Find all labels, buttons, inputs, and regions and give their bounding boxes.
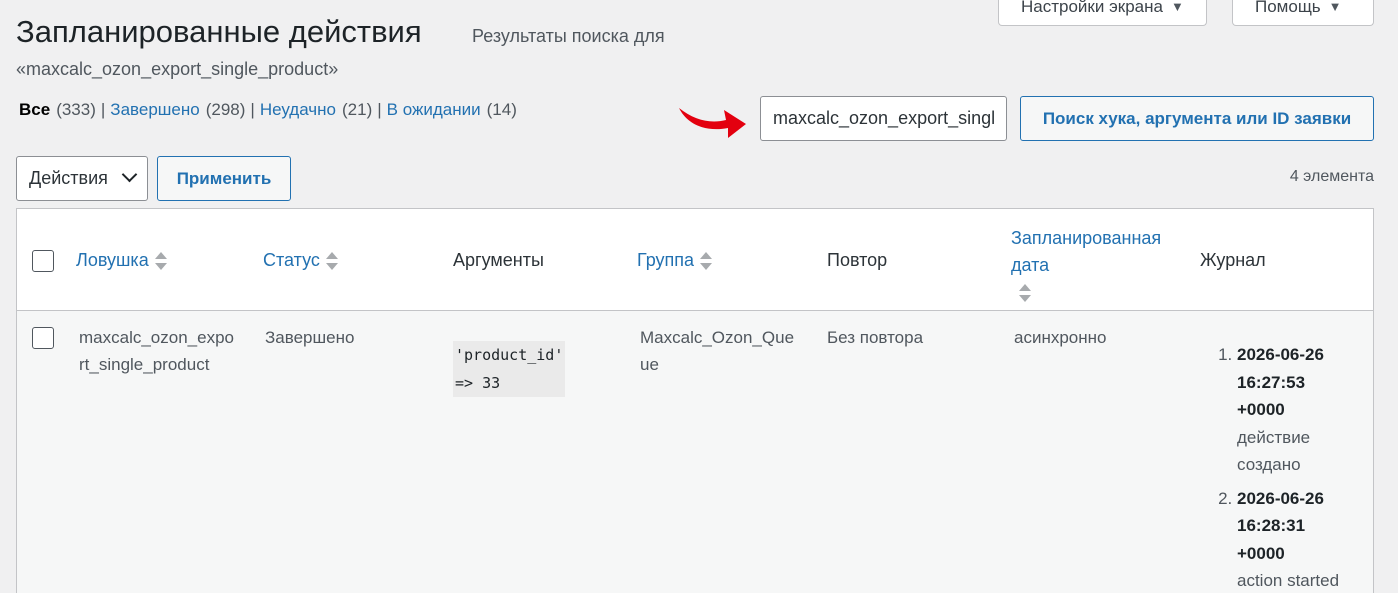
view-pending[interactable]: В ожидании xyxy=(387,100,481,120)
log-time: 16:27:53 xyxy=(1237,372,1306,392)
bulk-actions-select[interactable]: Действия xyxy=(16,156,148,201)
page-title: Запланированные действия xyxy=(16,14,422,49)
search-input[interactable] xyxy=(760,96,1007,141)
sort-icon xyxy=(154,251,167,271)
sort-icon xyxy=(700,251,713,271)
column-status[interactable]: Статус xyxy=(263,250,338,271)
row-hook-line-2: rt_single_product xyxy=(79,355,210,374)
column-scheduled-label-1: Запланированная xyxy=(1011,228,1162,248)
triangle-down-icon: ▼ xyxy=(1328,0,1342,14)
items-count: 4 элемента xyxy=(1289,168,1374,185)
column-arguments: Аргументы xyxy=(453,250,544,270)
view-all-count: (333) xyxy=(56,100,96,119)
log-timezone: +0000 xyxy=(1237,543,1285,563)
row-hook-line-1: maxcalc_ozon_expo xyxy=(79,328,234,347)
row-status: Завершено xyxy=(265,328,355,347)
chevron-down-icon xyxy=(121,166,138,183)
screen-options-label: Настройки экрана xyxy=(1021,0,1163,16)
column-log: Журнал xyxy=(1200,250,1266,270)
row-hook[interactable]: maxcalc_ozon_expo rt_single_product xyxy=(79,324,234,378)
log-entry: 2026-06-26 16:28:31 +0000 action started xyxy=(1237,485,1363,593)
select-all-checkbox[interactable] xyxy=(32,250,54,272)
help-button[interactable]: Помощь ▼ xyxy=(1232,0,1374,26)
column-scheduled-date[interactable]: Запланированная дата xyxy=(1011,225,1161,306)
actions-table: Ловушка Статус Аргументы Группа Повтор З… xyxy=(16,208,1374,593)
row-group: Maxcalc_Ozon_Que ue xyxy=(640,324,794,378)
log-date: 2026-06-26 xyxy=(1237,345,1324,364)
view-complete[interactable]: Завершено xyxy=(110,100,199,120)
row-arguments-line-2: => 33 xyxy=(455,374,501,392)
view-failed-count: (21) xyxy=(342,100,373,119)
sort-icon xyxy=(325,251,338,271)
help-label: Помощь xyxy=(1255,0,1321,16)
apply-button[interactable]: Применить xyxy=(157,156,291,201)
log-message-1: action started xyxy=(1237,571,1340,590)
row-group-line-1: Maxcalc_Ozon_Que xyxy=(640,328,795,347)
column-group-label: Группа xyxy=(637,250,695,270)
log-message-1: действие xyxy=(1237,427,1311,447)
view-separator: | xyxy=(100,100,106,119)
row-log: 2026-06-26 16:27:53 +0000 действие созда… xyxy=(1213,341,1363,593)
table-header: Ловушка Статус Аргументы Группа Повтор З… xyxy=(17,209,1373,311)
view-pending-count: (14) xyxy=(486,100,517,119)
red-arrow-icon xyxy=(679,108,746,138)
triangle-down-icon: ▼ xyxy=(1170,0,1184,14)
view-separator: | xyxy=(377,100,382,119)
status-filter-views: Все (333) | Завершено (298) | Неудачно (… xyxy=(19,100,517,120)
row-scheduled-date: асинхронно xyxy=(1014,328,1107,347)
view-all[interactable]: Все xyxy=(19,100,50,120)
row-arguments: 'product_id' => 33 xyxy=(453,341,566,397)
row-group-line-2: ue xyxy=(640,355,659,374)
row-recurrence: Без повтора xyxy=(827,328,924,347)
column-recurrence: Повтор xyxy=(827,250,888,270)
view-separator: | xyxy=(250,100,255,119)
log-entry: 2026-06-26 16:27:53 +0000 действие созда… xyxy=(1237,341,1363,479)
row-arguments-line-1: 'product_id' xyxy=(455,346,564,364)
column-group[interactable]: Группа xyxy=(637,250,713,271)
search-results-query: «maxcalc_ozon_export_single_product» xyxy=(16,59,339,79)
view-failed[interactable]: Неудачно xyxy=(260,100,336,120)
row-checkbox[interactable] xyxy=(32,327,54,349)
sort-icon xyxy=(1019,283,1031,303)
column-status-label: Статус xyxy=(263,250,320,270)
column-hook-label: Ловушка xyxy=(76,250,149,270)
bulk-actions-selected: Действия xyxy=(29,168,108,188)
view-complete-count: (298) xyxy=(205,100,246,119)
log-time: 16:28:31 xyxy=(1237,516,1306,535)
screen-options-button[interactable]: Настройки экрана ▼ xyxy=(998,0,1207,26)
column-scheduled-label-2: дата xyxy=(1011,255,1050,275)
column-hook[interactable]: Ловушка xyxy=(76,250,167,271)
log-timezone: +0000 xyxy=(1237,400,1285,419)
search-results-prefix: Результаты поиска для xyxy=(472,26,665,46)
log-date: 2026-06-26 xyxy=(1237,488,1324,508)
log-message-2: создано xyxy=(1237,455,1301,474)
table-row: maxcalc_ozon_expo rt_single_product Заве… xyxy=(17,311,1373,593)
search-button[interactable]: Поиск хука, аргумента или ID заявки xyxy=(1020,96,1374,141)
